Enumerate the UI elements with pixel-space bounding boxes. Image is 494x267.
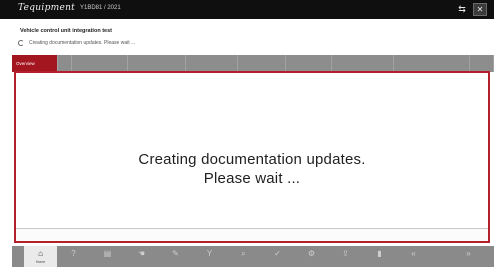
search-icon: ⌕ [241, 249, 246, 258]
tab-3[interactable] [72, 55, 128, 72]
tab-bar: Overview [12, 55, 494, 72]
back-icon: « [411, 249, 416, 258]
forward-icon: » [466, 249, 471, 258]
message-line-1: Creating documentation updates. [138, 151, 366, 168]
help-icon: ? [71, 249, 76, 258]
document-button[interactable]: ▤ [91, 246, 124, 267]
tab-2[interactable] [58, 55, 72, 72]
status-text: Creating documentation updates. Please w… [29, 40, 136, 46]
tab-8[interactable] [332, 55, 394, 72]
home-icon: ⌂ [38, 249, 43, 258]
gear-icon: ⚙ [307, 249, 316, 258]
share-button[interactable]: ⇪ [329, 246, 362, 267]
back-button[interactable]: « [397, 246, 430, 267]
tab-4[interactable] [128, 55, 186, 72]
tab-5[interactable] [186, 55, 238, 72]
bottom-toolbar: ⌂ Home ? ▤ ☚ ✎ Y ⌕ ✓ ⚙ ⇪ ▮ « » [12, 246, 494, 267]
forward-button[interactable]: » [452, 246, 485, 267]
status-line: Creating documentation updates. Please w… [18, 39, 135, 48]
share-icon: ⇪ [342, 249, 349, 258]
spinner-icon [18, 39, 24, 46]
pencil-button[interactable]: ✎ [159, 246, 192, 267]
check-button[interactable]: ✓ [261, 246, 294, 267]
vehicle-id: Y1BD81 / 2021 [80, 5, 121, 11]
home-button[interactable]: ⌂ Home [24, 246, 57, 267]
check-icon: ✓ [274, 249, 281, 258]
connector-icon[interactable]: ⇆ [455, 3, 469, 16]
title-bar: Tequipment Y1BD81 / 2021 ⇆ ✕ [0, 0, 494, 19]
content-footer [16, 228, 488, 241]
filter-button[interactable]: Y [193, 246, 226, 267]
settings-button[interactable]: ⚙ [295, 246, 328, 267]
close-button[interactable]: ✕ [473, 3, 487, 16]
app-logo: Tequipment [18, 3, 76, 13]
print-button[interactable]: ▮ [363, 246, 396, 267]
content-panel: Creating documentation updates. Please w… [14, 71, 490, 243]
tab-overview[interactable]: Overview [12, 55, 58, 72]
progress-message: Creating documentation updates. Please w… [16, 150, 488, 188]
hand-icon: ☚ [137, 249, 146, 258]
help-button[interactable]: ? [57, 246, 90, 267]
tab-9[interactable] [394, 55, 470, 72]
hand-button[interactable]: ☚ [125, 246, 158, 267]
filter-icon: Y [206, 249, 213, 258]
page-title: Vehicle control unit integration test [20, 28, 112, 34]
tab-6[interactable] [238, 55, 286, 72]
tab-7[interactable] [286, 55, 332, 72]
home-label: Home [35, 260, 46, 264]
pencil-icon: ✎ [172, 249, 179, 258]
print-icon: ▮ [377, 249, 382, 258]
tab-10[interactable] [470, 55, 494, 72]
message-line-2: Please wait ... [203, 170, 301, 187]
search-button[interactable]: ⌕ [227, 246, 260, 267]
document-icon: ▤ [103, 249, 112, 258]
